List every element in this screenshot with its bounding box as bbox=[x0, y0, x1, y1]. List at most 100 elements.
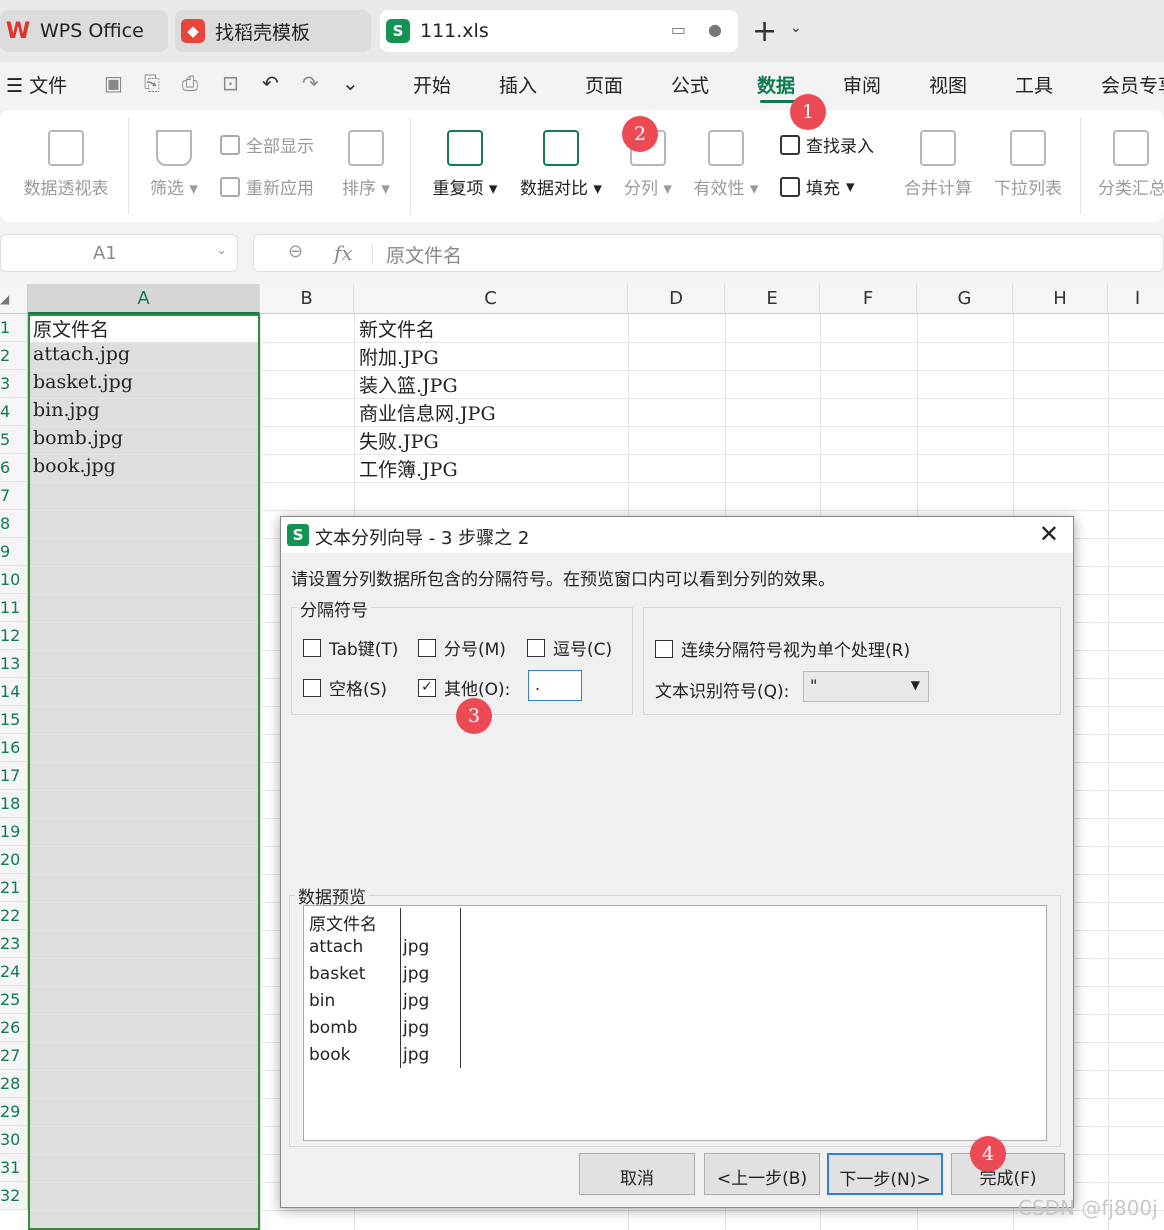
column-header-c[interactable]: C bbox=[354, 284, 628, 314]
back-button[interactable]: <上一步(B) bbox=[704, 1153, 820, 1195]
semicolon-checkbox[interactable]: 分号(M) bbox=[418, 635, 506, 660]
fx-icon[interactable]: fx bbox=[334, 241, 353, 265]
print-preview-icon[interactable]: ⊡ bbox=[222, 71, 239, 95]
formula-bar[interactable]: ⊖ fx 原文件名 bbox=[253, 234, 1164, 272]
row-header-8[interactable]: 8 bbox=[0, 510, 28, 538]
row-header-24[interactable]: 24 bbox=[0, 958, 28, 986]
row-header-25[interactable]: 25 bbox=[0, 986, 28, 1014]
filter-button[interactable]: 筛选 ▾ bbox=[146, 130, 202, 199]
file-menu[interactable]: ☰ 文件 bbox=[6, 71, 67, 98]
column-header-d[interactable]: D bbox=[628, 284, 725, 314]
sort-button[interactable]: 排序 ▾ bbox=[340, 130, 392, 199]
row-header-23[interactable]: 23 bbox=[0, 930, 28, 958]
show-all-button[interactable]: 全部显示 bbox=[220, 132, 314, 157]
redo-icon[interactable]: ↷ bbox=[302, 71, 319, 95]
dialog-title-bar[interactable]: S 文本分列向导 - 3 步骤之 2 ✕ bbox=[281, 517, 1073, 553]
row-header-17[interactable]: 17 bbox=[0, 762, 28, 790]
row-header-16[interactable]: 16 bbox=[0, 734, 28, 762]
tab-wps-office[interactable]: W WPS Office bbox=[0, 10, 168, 52]
row-header-32[interactable]: 32 bbox=[0, 1182, 28, 1210]
column-header-b[interactable]: B bbox=[260, 284, 354, 314]
comma-checkbox[interactable]: 逗号(C) bbox=[527, 635, 612, 660]
row-header-21[interactable]: 21 bbox=[0, 874, 28, 902]
window-icon[interactable]: ▭ bbox=[671, 20, 686, 39]
space-checkbox[interactable]: 空格(S) bbox=[303, 675, 387, 700]
row-header-13[interactable]: 13 bbox=[0, 650, 28, 678]
menu-page[interactable]: 页面 bbox=[585, 71, 623, 98]
row-header-22[interactable]: 22 bbox=[0, 902, 28, 930]
tab-checkbox[interactable]: Tab键(T) bbox=[303, 635, 398, 660]
validity-button[interactable]: 有效性 ▾ bbox=[690, 130, 762, 199]
reapply-button[interactable]: 重新应用 bbox=[220, 174, 314, 199]
zoom-icon[interactable]: ⊖ bbox=[288, 241, 303, 262]
column-header-f[interactable]: F bbox=[820, 284, 917, 314]
row-header-20[interactable]: 20 bbox=[0, 846, 28, 874]
row-header-27[interactable]: 27 bbox=[0, 1042, 28, 1070]
quick-access-more-icon[interactable]: ⌄ bbox=[342, 71, 359, 95]
row-header-14[interactable]: 14 bbox=[0, 678, 28, 706]
chevron-down-icon[interactable]: ⌄ bbox=[216, 243, 227, 258]
row-header-6[interactable]: 6 bbox=[0, 454, 28, 482]
cell-c2[interactable]: 附加.JPG bbox=[359, 343, 439, 370]
cancel-button[interactable]: 取消 bbox=[579, 1153, 695, 1195]
row-header-4[interactable]: 4 bbox=[0, 398, 28, 426]
column-header-a[interactable]: A bbox=[28, 284, 260, 314]
row-header-30[interactable]: 30 bbox=[0, 1126, 28, 1154]
column-header-h[interactable]: H bbox=[1013, 284, 1108, 314]
lookup-entry-button[interactable]: 查找录入 bbox=[780, 132, 874, 157]
other-delimiter-input[interactable]: . bbox=[528, 670, 582, 701]
select-all-corner[interactable]: ◢ bbox=[0, 284, 28, 314]
cell-c1[interactable]: 新文件名 bbox=[359, 315, 435, 342]
cell-c6[interactable]: 工作簿.JPG bbox=[359, 455, 458, 482]
menu-review[interactable]: 审阅 bbox=[843, 71, 881, 98]
menu-view[interactable]: 视图 bbox=[929, 71, 967, 98]
chevron-down-icon[interactable]: ⌄ bbox=[790, 20, 802, 36]
tab-111-xls[interactable]: S 111.xls ▭ ● bbox=[380, 10, 738, 52]
row-header-5[interactable]: 5 bbox=[0, 426, 28, 454]
other-checkbox[interactable]: ✓ 其他(O): bbox=[418, 675, 510, 700]
row-header-15[interactable]: 15 bbox=[0, 706, 28, 734]
row-header-7[interactable]: 7 bbox=[0, 482, 28, 510]
row-header-12[interactable]: 12 bbox=[0, 622, 28, 650]
menu-member[interactable]: 会员专享 bbox=[1101, 71, 1164, 98]
row-header-18[interactable]: 18 bbox=[0, 790, 28, 818]
row-header-29[interactable]: 29 bbox=[0, 1098, 28, 1126]
menu-data[interactable]: 数据 bbox=[757, 71, 795, 98]
subtotal-button[interactable]: 分类汇总 bbox=[1098, 130, 1164, 199]
row-header-10[interactable]: 10 bbox=[0, 566, 28, 594]
next-button[interactable]: 下一步(N)> bbox=[827, 1153, 943, 1195]
undo-icon[interactable]: ↶ bbox=[262, 71, 279, 95]
new-tab-plus-icon[interactable]: + bbox=[752, 14, 777, 49]
duplicates-button[interactable]: 重复项 ▾ bbox=[428, 130, 502, 199]
fill-button[interactable]: 填充 ▾ bbox=[780, 174, 855, 199]
cell-c5[interactable]: 失败.JPG bbox=[359, 427, 439, 454]
formula-content[interactable]: 原文件名 bbox=[386, 241, 462, 268]
row-header-19[interactable]: 19 bbox=[0, 818, 28, 846]
dropdown-list-button[interactable]: 下拉列表 bbox=[990, 130, 1066, 199]
cell-c3[interactable]: 装入篮.JPG bbox=[359, 371, 458, 398]
menu-insert[interactable]: 插入 bbox=[499, 71, 537, 98]
row-header-2[interactable]: 2 bbox=[0, 342, 28, 370]
menu-tools[interactable]: 工具 bbox=[1015, 71, 1053, 98]
row-header-28[interactable]: 28 bbox=[0, 1070, 28, 1098]
column-header-g[interactable]: G bbox=[917, 284, 1013, 314]
export-icon[interactable]: ⎘ bbox=[144, 71, 160, 95]
tab-docer-templates[interactable]: ◆ 找稻壳模板 bbox=[175, 10, 371, 52]
row-header-31[interactable]: 31 bbox=[0, 1154, 28, 1182]
save-icon[interactable]: ▣ bbox=[104, 71, 123, 95]
consecutive-delimiters-checkbox[interactable]: 连续分隔符号视为单个处理(R) bbox=[655, 636, 910, 661]
column-header-i[interactable]: I bbox=[1108, 284, 1164, 314]
column-header-e[interactable]: E bbox=[725, 284, 820, 314]
menu-start[interactable]: 开始 bbox=[413, 71, 451, 98]
close-icon[interactable]: ✕ bbox=[1039, 520, 1059, 548]
print-icon[interactable]: ⎙ bbox=[182, 71, 198, 95]
cell-c4[interactable]: 商业信息网.JPG bbox=[359, 399, 496, 426]
row-header-11[interactable]: 11 bbox=[0, 594, 28, 622]
finish-button[interactable]: 完成(F) bbox=[951, 1153, 1065, 1195]
row-header-26[interactable]: 26 bbox=[0, 1014, 28, 1042]
row-header-9[interactable]: 9 bbox=[0, 538, 28, 566]
data-compare-button[interactable]: 数据对比 ▾ bbox=[516, 130, 606, 199]
data-preview-box[interactable]: 原文件名 attach jpg basket jpg bin jpg bomb jpg book j… bbox=[303, 905, 1047, 1141]
row-header-1[interactable]: 1 bbox=[0, 314, 28, 342]
row-header-3[interactable]: 3 bbox=[0, 370, 28, 398]
